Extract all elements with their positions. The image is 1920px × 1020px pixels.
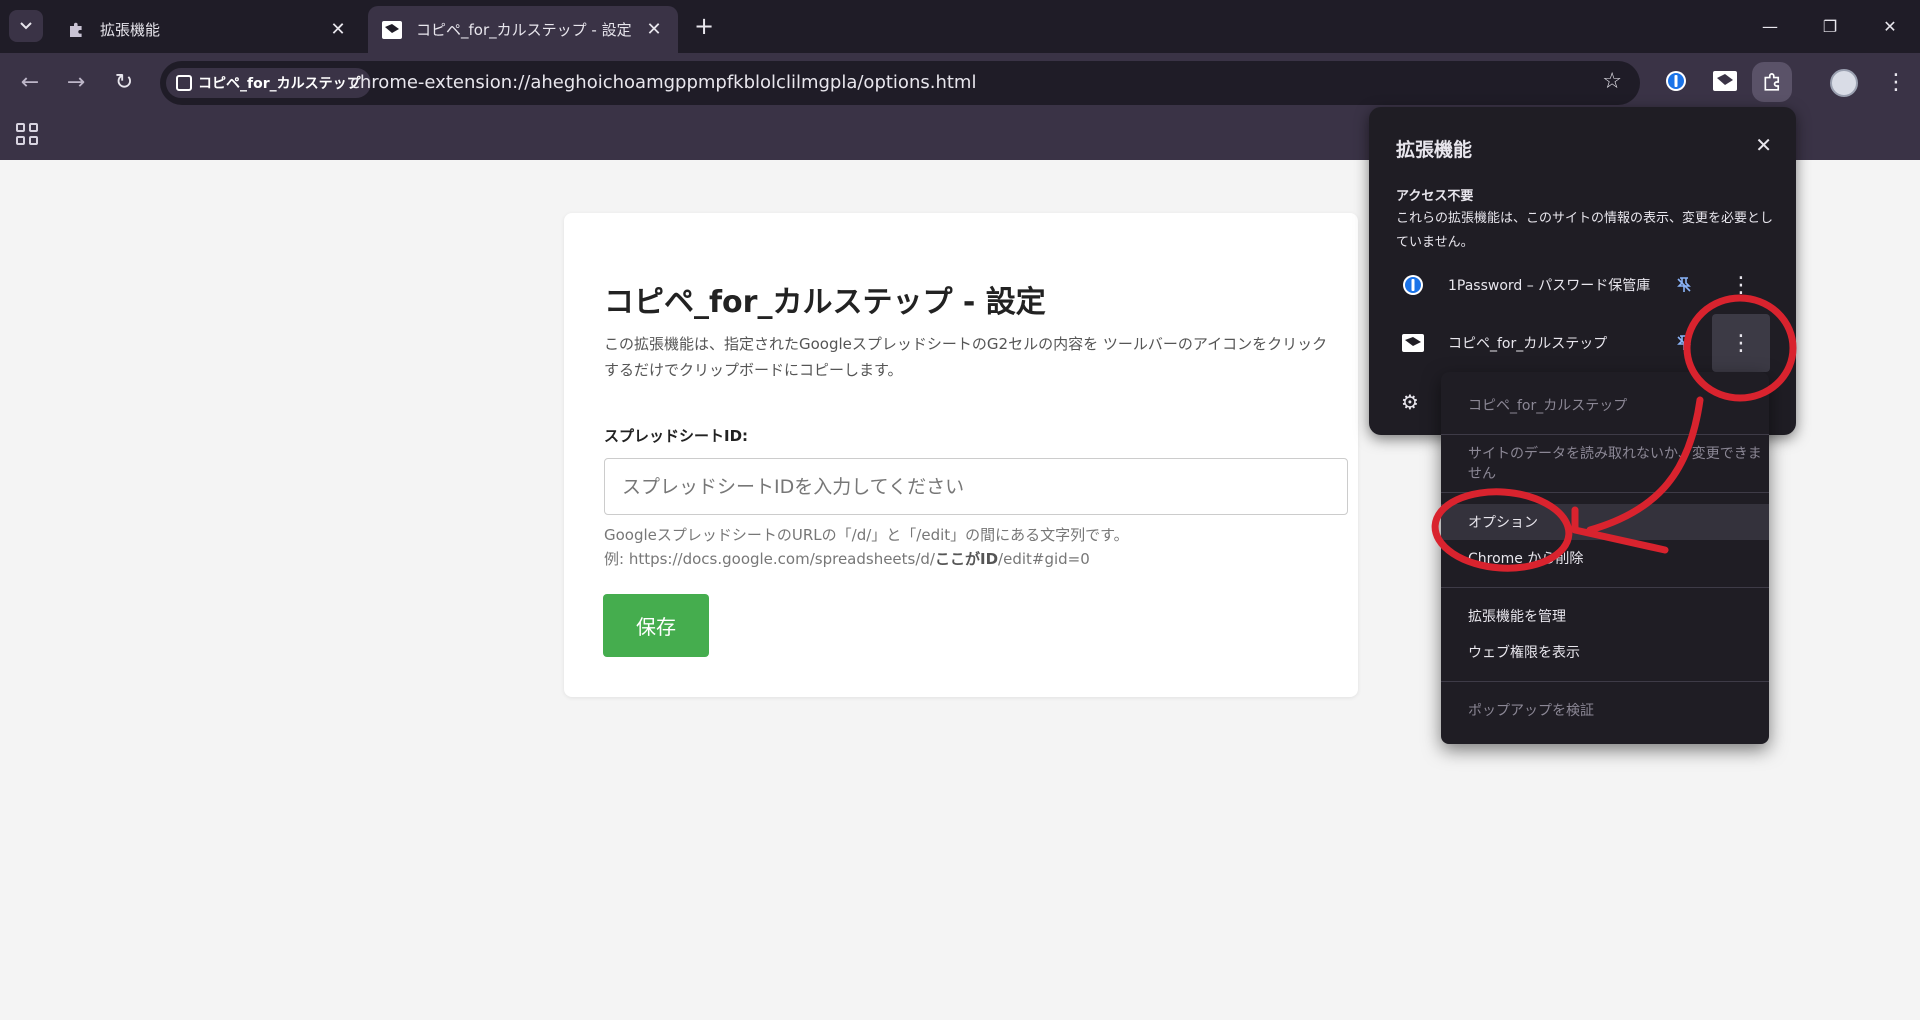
page-title: コピペ_for_カルステップ - 設定 <box>604 285 1046 320</box>
gear-icon[interactable]: ⚙ <box>1401 390 1419 414</box>
extension-logo-icon[interactable] <box>1711 67 1739 95</box>
extension-name: 1Password – パスワード保管庫 <box>1448 278 1651 294</box>
bookmark-star-icon[interactable]: ☆ <box>1602 69 1622 94</box>
help-line-2: 例: https://docs.google.com/spreadsheets/… <box>604 550 1090 568</box>
reload-icon: ↻ <box>114 69 134 95</box>
tab-label: コピペ_for_カルステップ - 設定 <box>416 21 632 39</box>
menu-item-manage[interactable]: 拡張機能を管理 <box>1441 598 1769 634</box>
apps-grid-icon[interactable] <box>16 123 38 145</box>
url-text[interactable]: chrome-extension://aheghoichoamgppmpfkbl… <box>350 72 976 93</box>
chevron-down-icon <box>20 22 32 30</box>
reload-button[interactable]: ↻ <box>108 66 140 98</box>
spreadsheet-id-input[interactable] <box>604 458 1348 515</box>
page-description: この拡張機能は、指定されたGoogleスプレッドシートのG2セルの内容を ツール… <box>604 335 1328 379</box>
tab-extensions[interactable]: 拡張機能 ✕ <box>52 6 362 53</box>
menu-item-options[interactable]: オプション <box>1441 504 1769 540</box>
close-icon[interactable]: ✕ <box>642 18 666 42</box>
help-line-1: GoogleスプレッドシートのURLの「/d/」と「/edit」の間にある文字列… <box>604 526 1129 544</box>
address-bar[interactable]: コピペ_for_カルステップ chrome-extension://ahegho… <box>160 61 1640 105</box>
kebab-icon[interactable]: ⋮ <box>1712 256 1770 314</box>
tab-search-button[interactable] <box>9 10 43 42</box>
extension-row-1password[interactable]: 1Password – パスワード保管庫 ⋮ <box>1369 259 1796 311</box>
new-tab-button[interactable]: + <box>690 12 718 40</box>
menu-divider <box>1441 587 1769 588</box>
extension-row-copipe[interactable]: コピペ_for_カルステップ ⋮ <box>1369 314 1796 372</box>
arrow-left-icon: ← <box>20 69 40 95</box>
chip-label: コピペ_for_カルステップ <box>198 76 361 92</box>
menu-item-inspect-popup: ポップアップを検証 <box>1468 703 1594 719</box>
menu-item-web-permissions[interactable]: ウェブ権限を表示 <box>1441 634 1769 670</box>
extension-logo-icon <box>1401 331 1425 355</box>
menu-header: コピペ_for_カルステップ <box>1468 398 1628 414</box>
forward-button[interactable]: → <box>60 66 92 98</box>
arrow-right-icon: → <box>66 69 86 95</box>
extensions-menu-button[interactable] <box>1752 62 1792 102</box>
minimize-button[interactable]: — <box>1750 10 1790 42</box>
1password-icon <box>1401 273 1425 297</box>
menu-site-access: サイトのデータを読み取れないか、変更できません <box>1468 446 1762 482</box>
section-description: これらの拡張機能は、このサイトの情報の表示、変更を必要としていません。 <box>1396 211 1774 250</box>
puzzle-icon <box>66 20 86 40</box>
save-button[interactable]: 保存 <box>603 594 709 657</box>
panel-title: 拡張機能 <box>1396 139 1473 161</box>
tab-label: 拡張機能 <box>100 21 161 39</box>
menu-divider <box>1441 492 1769 493</box>
pin-icon[interactable] <box>1672 273 1696 297</box>
tab-strip: 拡張機能 ✕ コピペ_for_カルステップ - 設定 ✕ + — ❐ ✕ <box>0 0 1920 53</box>
section-title: アクセス不要 <box>1396 189 1474 204</box>
restore-button[interactable]: ❐ <box>1810 10 1850 42</box>
puzzle-icon <box>1764 73 1780 91</box>
spreadsheet-id-label: スプレッドシートID: <box>604 427 749 445</box>
extension-logo-icon <box>382 20 402 40</box>
avatar[interactable] <box>1830 69 1858 97</box>
menu-divider <box>1441 681 1769 682</box>
menu-divider <box>1441 434 1769 435</box>
extension-context-menu: コピペ_for_カルステップ サイトのデータを読み取れないか、変更できません オ… <box>1441 372 1769 744</box>
extension-page-icon <box>176 75 192 91</box>
kebab-icon: ⋮ <box>1885 69 1907 95</box>
close-icon[interactable]: ✕ <box>326 18 350 42</box>
chrome-menu-button[interactable]: ⋮ <box>1882 66 1910 98</box>
menu-item-remove[interactable]: Chrome から削除 <box>1441 540 1769 576</box>
window-close-button[interactable]: ✕ <box>1870 10 1910 42</box>
settings-card: コピペ_for_カルステップ - 設定 この拡張機能は、指定されたGoogleス… <box>564 213 1358 697</box>
pin-icon[interactable] <box>1672 331 1696 355</box>
1password-toolbar-icon[interactable] <box>1662 67 1690 95</box>
back-button[interactable]: ← <box>14 66 46 98</box>
tab-options[interactable]: コピペ_for_カルステップ - 設定 ✕ <box>368 6 678 53</box>
help-text: GoogleスプレッドシートのURLの「/d/」と「/edit」の間にある文字列… <box>604 523 1129 571</box>
kebab-icon[interactable]: ⋮ <box>1712 314 1770 372</box>
extension-name: コピペ_for_カルステップ <box>1448 336 1608 352</box>
site-info-chip[interactable]: コピペ_for_カルステップ <box>166 68 371 98</box>
close-icon[interactable]: ✕ <box>1755 133 1772 157</box>
